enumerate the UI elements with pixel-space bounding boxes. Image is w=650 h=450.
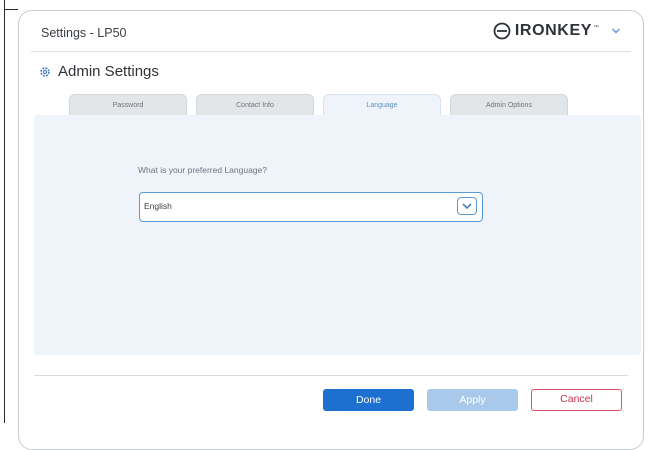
ironkey-logo-icon bbox=[493, 22, 511, 40]
tab-admin-options[interactable]: Admin Options bbox=[450, 94, 568, 116]
header-divider bbox=[31, 51, 631, 52]
language-select[interactable]: English bbox=[139, 192, 483, 222]
section-title: Admin Settings bbox=[58, 63, 159, 80]
tab-password[interactable]: Password bbox=[69, 94, 187, 116]
section-heading: Admin Settings bbox=[39, 63, 159, 80]
chevron-down-icon[interactable] bbox=[611, 26, 621, 36]
brand-name: IRONKEY bbox=[514, 22, 592, 39]
window-title: Settings - LP50 bbox=[41, 26, 127, 40]
done-button[interactable]: Done bbox=[323, 389, 414, 411]
settings-window: Settings - LP50 IRONKEY ™ Admin Settings… bbox=[18, 10, 644, 450]
brand-menu[interactable]: IRONKEY ™ bbox=[493, 22, 621, 40]
language-prompt: What is your preferred Language? bbox=[138, 165, 267, 175]
tab-contact-info[interactable]: Contact Info bbox=[196, 94, 314, 116]
left-border-line bbox=[4, 0, 5, 423]
gear-icon bbox=[40, 66, 50, 77]
language-panel: What is your preferred Language? English bbox=[34, 115, 641, 355]
apply-button[interactable]: Apply bbox=[427, 389, 518, 411]
footer-divider bbox=[34, 375, 628, 376]
dropdown-toggle[interactable] bbox=[457, 197, 477, 215]
language-selected-value: English bbox=[144, 201, 172, 211]
chevron-down-icon bbox=[462, 203, 472, 210]
tab-language[interactable]: Language bbox=[323, 94, 441, 116]
cancel-button[interactable]: Cancel bbox=[531, 389, 622, 411]
top-border-tick bbox=[4, 9, 18, 10]
brand-trademark: ™ bbox=[593, 25, 599, 31]
